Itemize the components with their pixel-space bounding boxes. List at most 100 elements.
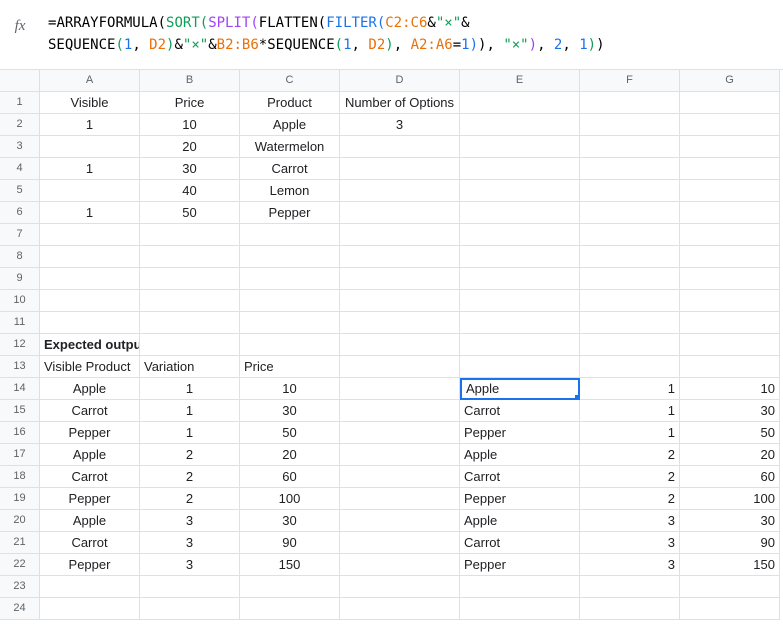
cell-E22[interactable]: Pepper	[460, 554, 580, 576]
cell-B2[interactable]: 10	[140, 114, 240, 136]
cell-C2[interactable]: Apple	[240, 114, 340, 136]
cell-A6[interactable]: 1	[40, 202, 140, 224]
cell-E21[interactable]: Carrot	[460, 532, 580, 554]
row-header-9[interactable]: 9	[0, 268, 40, 290]
cell-B13[interactable]: Variation	[140, 356, 240, 378]
cell-F18[interactable]: 2	[580, 466, 680, 488]
cell-G19[interactable]: 100	[680, 488, 780, 510]
select-all-corner[interactable]	[0, 70, 40, 92]
cell-C22[interactable]: 150	[240, 554, 340, 576]
cell-G10[interactable]	[680, 290, 780, 312]
row-header-15[interactable]: 15	[0, 400, 40, 422]
row-header-21[interactable]: 21	[0, 532, 40, 554]
row-header-20[interactable]: 20	[0, 510, 40, 532]
cell-G9[interactable]	[680, 268, 780, 290]
row-header-8[interactable]: 8	[0, 246, 40, 268]
cell-C11[interactable]	[240, 312, 340, 334]
column-header-C[interactable]: C	[240, 70, 340, 92]
cell-F19[interactable]: 2	[580, 488, 680, 510]
cell-E15[interactable]: Carrot	[460, 400, 580, 422]
cell-A10[interactable]	[40, 290, 140, 312]
cell-D24[interactable]	[340, 598, 460, 620]
cell-C15[interactable]: 30	[240, 400, 340, 422]
cell-C20[interactable]: 30	[240, 510, 340, 532]
cell-E16[interactable]: Pepper	[460, 422, 580, 444]
cell-D2[interactable]: 3	[340, 114, 460, 136]
cell-E3[interactable]	[460, 136, 580, 158]
row-header-23[interactable]: 23	[0, 576, 40, 598]
cell-G18[interactable]: 60	[680, 466, 780, 488]
row-header-11[interactable]: 11	[0, 312, 40, 334]
cell-E5[interactable]	[460, 180, 580, 202]
row-header-17[interactable]: 17	[0, 444, 40, 466]
cell-D19[interactable]	[340, 488, 460, 510]
cell-E4[interactable]	[460, 158, 580, 180]
cell-C14[interactable]: 10	[240, 378, 340, 400]
cell-B23[interactable]	[140, 576, 240, 598]
cell-C24[interactable]	[240, 598, 340, 620]
cell-B9[interactable]	[140, 268, 240, 290]
cell-A18[interactable]: Carrot	[40, 466, 140, 488]
cell-G6[interactable]	[680, 202, 780, 224]
row-header-5[interactable]: 5	[0, 180, 40, 202]
cell-E19[interactable]: Pepper	[460, 488, 580, 510]
cell-G3[interactable]	[680, 136, 780, 158]
cell-D1[interactable]: Number of Options	[340, 92, 460, 114]
cell-E12[interactable]	[460, 334, 580, 356]
cell-F16[interactable]: 1	[580, 422, 680, 444]
cell-E7[interactable]	[460, 224, 580, 246]
cell-B7[interactable]	[140, 224, 240, 246]
cell-E11[interactable]	[460, 312, 580, 334]
cell-B17[interactable]: 2	[140, 444, 240, 466]
cell-B16[interactable]: 1	[140, 422, 240, 444]
cell-G24[interactable]	[680, 598, 780, 620]
column-header-F[interactable]: F	[580, 70, 680, 92]
cell-D6[interactable]	[340, 202, 460, 224]
cell-C16[interactable]: 50	[240, 422, 340, 444]
cell-B5[interactable]: 40	[140, 180, 240, 202]
cell-C9[interactable]	[240, 268, 340, 290]
row-header-16[interactable]: 16	[0, 422, 40, 444]
cell-B14[interactable]: 1	[140, 378, 240, 400]
cell-F22[interactable]: 3	[580, 554, 680, 576]
cell-A7[interactable]	[40, 224, 140, 246]
cell-G1[interactable]	[680, 92, 780, 114]
cell-D13[interactable]	[340, 356, 460, 378]
cell-G20[interactable]: 30	[680, 510, 780, 532]
cell-A13[interactable]: Visible Product	[40, 356, 140, 378]
cell-F8[interactable]	[580, 246, 680, 268]
cell-G2[interactable]	[680, 114, 780, 136]
cell-G16[interactable]: 50	[680, 422, 780, 444]
cell-G5[interactable]	[680, 180, 780, 202]
column-header-B[interactable]: B	[140, 70, 240, 92]
cell-G8[interactable]	[680, 246, 780, 268]
cell-B3[interactable]: 20	[140, 136, 240, 158]
cell-B6[interactable]: 50	[140, 202, 240, 224]
row-header-22[interactable]: 22	[0, 554, 40, 576]
cell-E9[interactable]	[460, 268, 580, 290]
cell-A19[interactable]: Pepper	[40, 488, 140, 510]
cell-F21[interactable]: 3	[580, 532, 680, 554]
cell-A9[interactable]	[40, 268, 140, 290]
row-header-2[interactable]: 2	[0, 114, 40, 136]
row-header-13[interactable]: 13	[0, 356, 40, 378]
row-header-3[interactable]: 3	[0, 136, 40, 158]
cell-A3[interactable]	[40, 136, 140, 158]
cell-E18[interactable]: Carrot	[460, 466, 580, 488]
cell-C1[interactable]: Product	[240, 92, 340, 114]
cell-D9[interactable]	[340, 268, 460, 290]
cell-B11[interactable]	[140, 312, 240, 334]
cell-B21[interactable]: 3	[140, 532, 240, 554]
cell-G22[interactable]: 150	[680, 554, 780, 576]
cell-G17[interactable]: 20	[680, 444, 780, 466]
column-header-G[interactable]: G	[680, 70, 780, 92]
cell-C6[interactable]: Pepper	[240, 202, 340, 224]
row-header-1[interactable]: 1	[0, 92, 40, 114]
row-header-7[interactable]: 7	[0, 224, 40, 246]
cell-D7[interactable]	[340, 224, 460, 246]
row-header-10[interactable]: 10	[0, 290, 40, 312]
cell-E24[interactable]	[460, 598, 580, 620]
cell-F10[interactable]	[580, 290, 680, 312]
cell-E13[interactable]	[460, 356, 580, 378]
cell-B10[interactable]	[140, 290, 240, 312]
